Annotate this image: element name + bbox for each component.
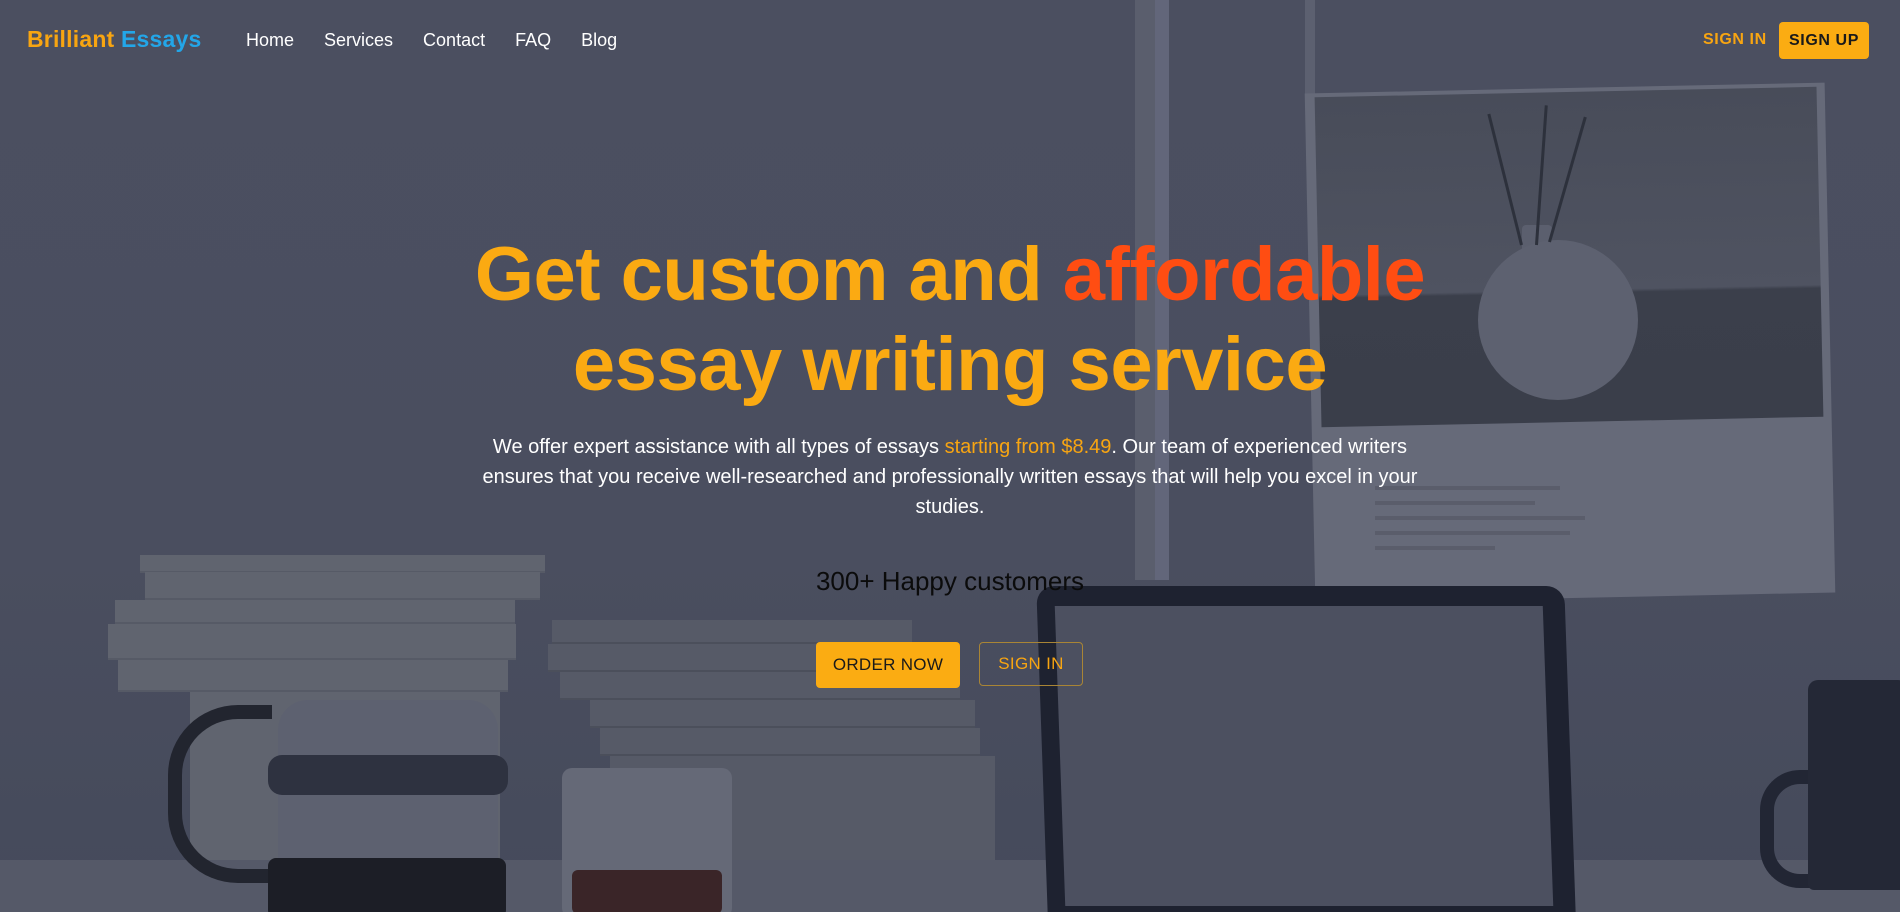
nav-link-services[interactable]: Services (324, 30, 393, 51)
order-now-button[interactable]: ORDER NOW (816, 642, 960, 688)
headline-part1: Get custom and (474, 232, 1063, 317)
background-coffee-jar-handle (168, 705, 272, 883)
brand-logo[interactable]: Brilliant Essays (27, 26, 202, 53)
hero-section: Brilliant Essays Home Services Contact F… (0, 0, 1900, 912)
nav-sign-in-link[interactable]: SIGN IN (1703, 31, 1767, 49)
headline-highlight: affordable (1062, 232, 1426, 317)
background-glass-drink (572, 870, 722, 912)
background-coffee-jar-band (268, 755, 508, 795)
hero-description: We offer expert assistance with all type… (470, 432, 1430, 522)
background-coffee (268, 858, 506, 912)
happy-customers-count: 300+ Happy customers (815, 566, 1085, 596)
hero-headline: Get custom and affordable essay writing s… (350, 230, 1550, 410)
headline-part2: essay writing service (572, 322, 1328, 407)
nav-link-contact[interactable]: Contact (423, 30, 485, 51)
nav-link-faq[interactable]: FAQ (515, 30, 551, 51)
background-poster-text (1375, 531, 1570, 535)
background-mug (1808, 680, 1900, 890)
nav-link-home[interactable]: Home (246, 30, 294, 51)
brand-name-part1: Brilliant (27, 26, 115, 52)
background-poster-text (1375, 546, 1495, 550)
nav-sign-up-button[interactable]: SIGN UP (1779, 22, 1869, 59)
description-intro: We offer expert assistance with all type… (492, 436, 945, 458)
top-navigation: Brilliant Essays Home Services Contact F… (0, 0, 1900, 80)
brand-name-part2: Essays (121, 26, 202, 52)
nav-links: Home Services Contact FAQ Blog (246, 30, 617, 51)
hero-sign-in-button[interactable]: SIGN IN (979, 642, 1083, 686)
background-laptop-screen (1054, 606, 1554, 906)
nav-link-blog[interactable]: Blog (581, 30, 617, 51)
description-price: starting from $8.49 (944, 436, 1112, 458)
